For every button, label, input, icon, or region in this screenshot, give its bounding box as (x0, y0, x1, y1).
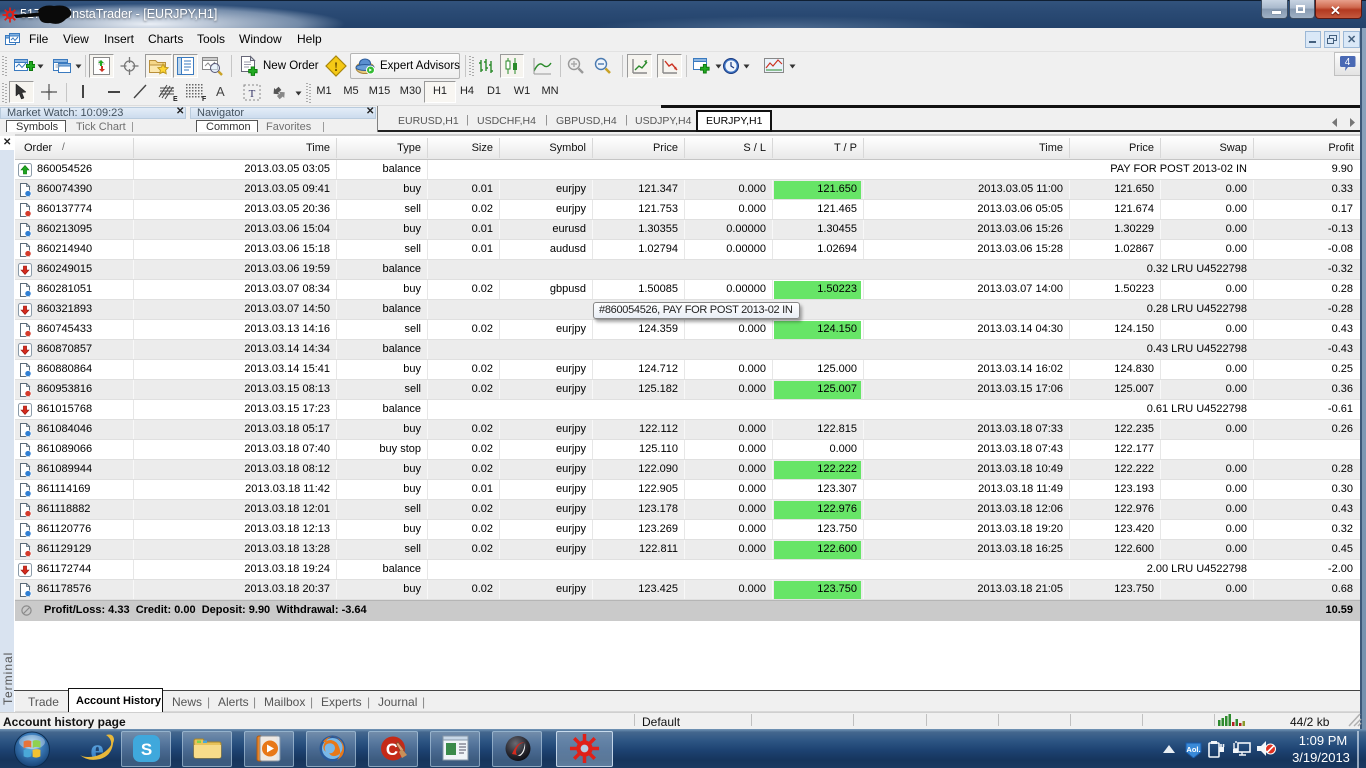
svg-text:F: F (202, 96, 207, 102)
svg-text:S: S (141, 740, 152, 759)
svg-text:4: 4 (1345, 57, 1351, 68)
svg-text:E: E (173, 96, 178, 102)
svg-text:e: e (90, 733, 103, 766)
svg-text:Aol.: Aol. (1186, 745, 1200, 754)
svg-text:C: C (386, 740, 398, 759)
svg-text:T: T (249, 88, 256, 100)
svg-text:!: ! (334, 59, 338, 74)
